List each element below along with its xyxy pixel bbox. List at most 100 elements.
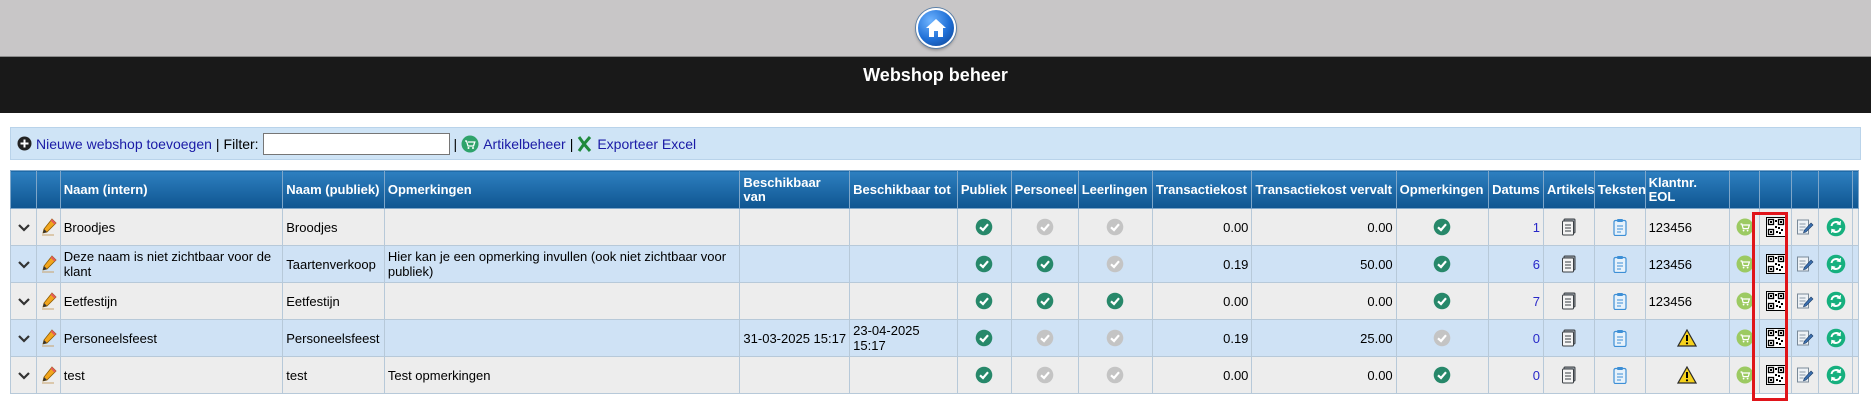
table-row[interactable]: test test Test opmerkingen 0.00 0.00 0 [9,356,1860,394]
check-circle-icon[interactable] [1433,292,1451,310]
document-list-icon[interactable] [1561,292,1577,310]
cell-action-qr[interactable] [1759,208,1792,246]
edit-cell[interactable] [36,356,61,394]
refresh-icon[interactable] [1826,254,1846,274]
cell-remarks-flag[interactable] [1395,245,1490,283]
check-circle-icon[interactable] [1106,218,1124,236]
cell-action-qr[interactable] [1759,282,1792,320]
check-circle-icon[interactable] [1433,255,1451,273]
pencil-icon[interactable] [41,292,57,310]
clipboard-icon[interactable] [1613,255,1627,273]
check-circle-icon[interactable] [1433,329,1451,347]
qr-code-icon[interactable] [1765,328,1786,348]
cell-staff[interactable] [1010,319,1079,357]
cell-students[interactable] [1077,208,1153,246]
check-circle-icon[interactable] [975,218,993,236]
table-row[interactable]: Deze naam is niet zichtbaar voor de klan… [9,245,1860,283]
edit-cell[interactable] [36,282,61,320]
cell-dates[interactable]: 0 [1488,356,1544,394]
cell-action-shop[interactable] [1728,356,1761,394]
col-remarks[interactable]: Opmerkingen [383,170,741,209]
check-circle-icon[interactable] [1036,366,1054,384]
cell-staff[interactable] [1010,356,1079,394]
check-circle-icon[interactable] [975,292,993,310]
export-excel-link[interactable]: Exporteer Excel [597,136,696,152]
cell-public[interactable] [956,319,1012,357]
cell-texts[interactable] [1593,319,1646,357]
cell-action-shop[interactable] [1728,319,1761,357]
check-circle-icon[interactable] [975,329,993,347]
cell-action-refresh[interactable] [1818,319,1853,357]
check-circle-icon[interactable] [1433,366,1451,384]
cell-students[interactable] [1077,245,1153,283]
cell-texts[interactable] [1593,282,1646,320]
pencil-icon[interactable] [41,218,57,236]
filter-input[interactable] [262,132,450,155]
col-transaction-cost[interactable]: Transactiekost [1151,170,1253,209]
check-circle-icon[interactable] [1433,218,1451,236]
edit-document-icon[interactable] [1796,255,1814,272]
pencil-icon[interactable] [41,255,57,273]
cell-remarks-flag[interactable] [1395,319,1490,357]
cell-staff[interactable] [1010,208,1079,246]
cart-icon[interactable] [461,135,479,153]
clipboard-icon[interactable] [1613,218,1627,236]
chevron-down-icon[interactable] [17,257,31,272]
cell-dates[interactable]: 0 [1488,319,1544,357]
cell-public[interactable] [956,245,1012,283]
cell-dates[interactable]: 6 [1488,245,1544,283]
dates-link[interactable]: 7 [1533,294,1540,309]
edit-document-icon[interactable] [1796,218,1814,235]
cell-action-edit-doc[interactable] [1790,282,1820,320]
excel-icon[interactable] [577,135,593,152]
cell-texts[interactable] [1593,356,1646,394]
table-row[interactable]: Personeelsfeest Personeelsfeest 31-03-2025… [9,319,1860,357]
dates-link[interactable]: 6 [1533,257,1540,272]
refresh-icon[interactable] [1826,365,1846,385]
cell-action-edit-doc[interactable] [1790,245,1820,283]
col-available-from[interactable]: Beschikbaar van [739,170,851,209]
expand-cell[interactable] [9,208,38,246]
cell-action-qr[interactable] [1759,356,1792,394]
table-row[interactable]: Eetfestijn Eetfestijn 0.00 0.00 7 123456 [9,282,1860,320]
edit-document-icon[interactable] [1796,329,1814,346]
home-button[interactable] [915,8,956,48]
clipboard-icon[interactable] [1613,329,1627,347]
cell-remarks-flag[interactable] [1395,208,1490,246]
cell-articles[interactable] [1542,208,1595,246]
check-circle-icon[interactable] [1036,292,1054,310]
cell-dates[interactable]: 1 [1488,208,1544,246]
edit-cell[interactable] [36,245,61,283]
cell-students[interactable] [1077,282,1153,320]
cell-action-shop[interactable] [1728,245,1761,283]
cell-remarks-flag[interactable] [1395,356,1490,394]
refresh-icon[interactable] [1826,291,1846,311]
dates-link[interactable]: 0 [1533,331,1540,346]
cell-dates[interactable]: 7 [1488,282,1544,320]
cell-action-refresh[interactable] [1818,356,1853,394]
cell-articles[interactable] [1542,282,1595,320]
expand-cell[interactable] [9,319,38,357]
cell-action-refresh[interactable] [1818,245,1853,283]
check-circle-icon[interactable] [975,366,993,384]
col-dates[interactable]: Datums [1488,170,1544,209]
expand-cell[interactable] [9,282,38,320]
cell-articles[interactable] [1542,356,1595,394]
shop-cart-icon[interactable] [1736,255,1754,273]
chevron-down-icon[interactable] [17,368,31,383]
cell-articles[interactable] [1542,319,1595,357]
col-staff[interactable]: Personeel [1010,170,1079,209]
edit-document-icon[interactable] [1796,292,1814,309]
check-circle-icon[interactable] [1106,329,1124,347]
cell-students[interactable] [1077,356,1153,394]
qr-code-icon[interactable] [1765,365,1786,385]
check-circle-icon[interactable] [975,255,993,273]
col-public[interactable]: Publiek [956,170,1012,209]
col-transaction-cost-expired[interactable]: Transactiekost vervalt [1251,170,1397,209]
col-name-internal[interactable]: Naam (intern) [59,170,284,209]
cell-texts[interactable] [1593,245,1646,283]
shop-cart-icon[interactable] [1736,292,1754,310]
chevron-down-icon[interactable] [17,220,31,235]
cell-action-refresh[interactable] [1818,208,1853,246]
qr-code-icon[interactable] [1765,254,1786,274]
